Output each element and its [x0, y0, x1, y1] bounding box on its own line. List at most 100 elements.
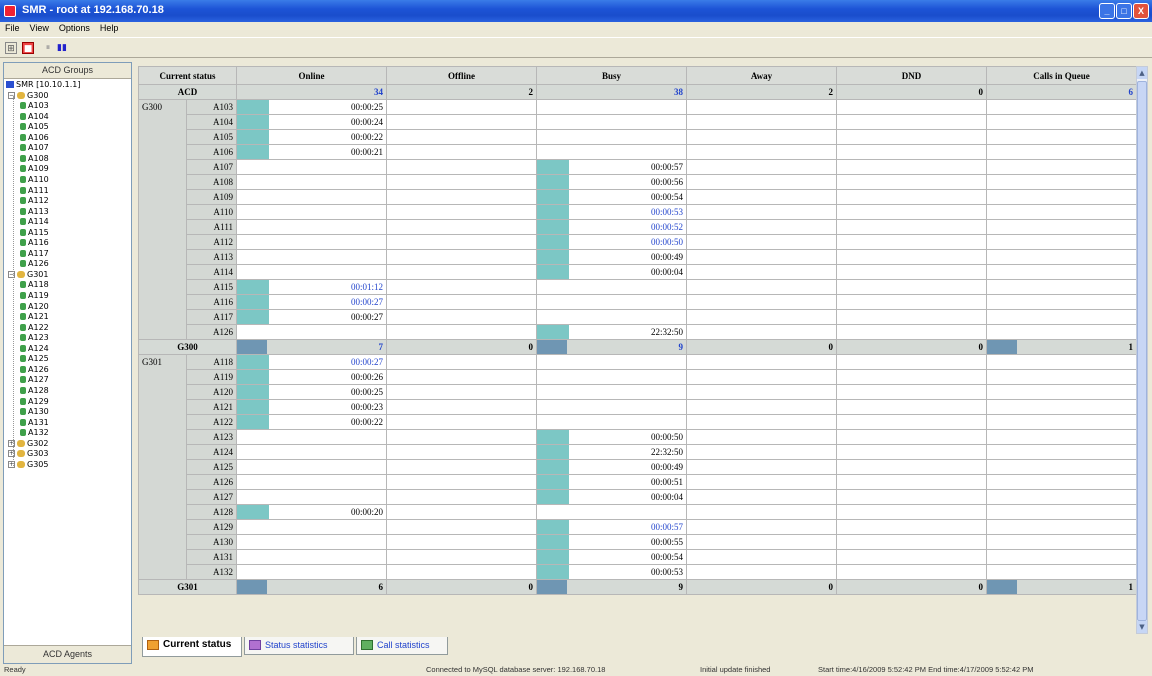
tree-agent[interactable]: A109: [20, 164, 49, 174]
tree-agent[interactable]: A121: [20, 312, 49, 322]
tree-agent[interactable]: A118: [20, 280, 49, 290]
table-row[interactable]: A124 22:32:50: [139, 444, 1137, 460]
tree-agent[interactable]: A107: [20, 143, 49, 153]
tree-agent[interactable]: A115: [20, 228, 49, 238]
tree-group[interactable]: − G301: [8, 270, 48, 280]
tree-agent[interactable]: A114: [20, 217, 49, 227]
tree-agent[interactable]: A103: [20, 101, 49, 111]
scroll-down-icon[interactable]: ▼: [1137, 621, 1147, 633]
tree-agent[interactable]: A129: [20, 397, 49, 407]
tree-agent[interactable]: A119: [20, 291, 49, 301]
table-row[interactable]: A127 00:00:04: [139, 489, 1137, 505]
tree-agent[interactable]: A104: [20, 112, 49, 122]
tree-agent[interactable]: A130: [20, 407, 49, 417]
table-row[interactable]: A129 00:00:57: [139, 519, 1137, 535]
table-row[interactable]: A115 00:01:12: [139, 279, 1137, 295]
table-row[interactable]: A113 00:00:49: [139, 249, 1137, 265]
table-row[interactable]: A104 00:00:24: [139, 114, 1137, 130]
table-row[interactable]: A109 00:00:54: [139, 189, 1137, 205]
vertical-scrollbar[interactable]: ▲ ▼: [1136, 66, 1148, 634]
table-row[interactable]: A111 00:00:52: [139, 219, 1137, 235]
col-offline[interactable]: Offline: [386, 66, 537, 85]
tree-group[interactable]: + G303: [8, 449, 48, 459]
table-row[interactable]: A114 00:00:04: [139, 264, 1137, 280]
tab-label: Status statistics: [265, 640, 328, 650]
table-row[interactable]: A126 00:00:51: [139, 474, 1137, 490]
tree-agent[interactable]: A122: [20, 323, 49, 333]
tree-group[interactable]: + G302: [8, 439, 48, 449]
stop-icon[interactable]: ■: [22, 42, 34, 54]
tree-group[interactable]: + G305: [8, 460, 48, 470]
busy-indicator-bar: [537, 325, 569, 339]
table-row[interactable]: A117 00:00:27: [139, 309, 1137, 325]
tree-label: A113: [28, 206, 49, 216]
table-row[interactable]: A131 00:00:54: [139, 549, 1137, 565]
table-row[interactable]: G300 A103 00:00:25: [138, 99, 1137, 340]
table-row[interactable]: A105 00:00:22: [139, 129, 1137, 145]
tree-agent[interactable]: A106: [20, 133, 49, 143]
dnd-cell: [836, 504, 987, 520]
col-online[interactable]: Online: [236, 66, 387, 85]
table-row[interactable]: A125 00:00:49: [139, 459, 1137, 475]
tree-agent[interactable]: A112: [20, 196, 49, 206]
close-button[interactable]: X: [1133, 3, 1149, 19]
tree-agent[interactable]: A127: [20, 375, 49, 385]
table-row[interactable]: A112 00:00:50: [139, 234, 1137, 250]
expand-icon[interactable]: ⊞: [5, 42, 17, 54]
menu-options[interactable]: Options: [54, 22, 95, 34]
acd-agents-button[interactable]: ACD Agents: [4, 645, 131, 663]
tree-agent[interactable]: A126: [20, 259, 49, 269]
tree-agent[interactable]: A124: [20, 344, 49, 354]
table-row[interactable]: A106 00:00:21: [139, 144, 1137, 160]
tree-agent[interactable]: A123: [20, 333, 49, 343]
table-row[interactable]: A107 00:00:57: [139, 159, 1137, 175]
tree-agent[interactable]: A126: [20, 365, 49, 375]
tree-agent[interactable]: A105: [20, 122, 49, 132]
table-row[interactable]: A108 00:00:56: [139, 174, 1137, 190]
tree-agent[interactable]: A117: [20, 249, 49, 259]
col-current-status[interactable]: Current status: [138, 66, 237, 85]
col-busy[interactable]: Busy: [536, 66, 687, 85]
tab-status-statistics[interactable]: Status statistics: [244, 637, 354, 655]
tree-agent[interactable]: A113: [20, 207, 49, 217]
table-row[interactable]: A132 00:00:53: [139, 564, 1137, 580]
scroll-up-icon[interactable]: ▲: [1137, 67, 1147, 79]
col-dnd[interactable]: DND: [836, 66, 987, 85]
table-row[interactable]: A121 00:00:23: [139, 399, 1137, 415]
tree-agent[interactable]: A132: [20, 428, 49, 438]
tree-agent[interactable]: A116: [20, 238, 49, 248]
minimize-button[interactable]: _: [1099, 3, 1115, 19]
pause-icon[interactable]: ⏸: [42, 42, 54, 54]
table-row[interactable]: A110 00:00:53: [139, 204, 1137, 220]
scroll-thumb[interactable]: [1137, 81, 1147, 621]
tree-root[interactable]: SMR [10.10.1.1]: [6, 80, 81, 90]
table-row[interactable]: A119 00:00:26: [139, 369, 1137, 385]
table-row[interactable]: A116 00:00:27: [139, 294, 1137, 310]
table-row[interactable]: A130 00:00:55: [139, 534, 1137, 550]
tree-agent[interactable]: A131: [20, 418, 49, 428]
tab-current-status[interactable]: Current status: [142, 637, 242, 657]
col-away[interactable]: Away: [686, 66, 837, 85]
table-row[interactable]: A122 00:00:22: [139, 414, 1137, 430]
tree-group[interactable]: − G300: [8, 91, 48, 101]
agent-icon: [20, 239, 26, 247]
tree-agent[interactable]: A110: [20, 175, 49, 185]
bars-icon[interactable]: ▮▮: [56, 42, 68, 54]
acd-groups-header[interactable]: ACD Groups: [4, 63, 131, 79]
menu-file[interactable]: File: [0, 22, 25, 34]
col-calls-in-queue[interactable]: Calls in Queue: [986, 66, 1137, 85]
tree-agent[interactable]: A128: [20, 386, 49, 396]
table-row[interactable]: A120 00:00:25: [139, 384, 1137, 400]
table-row[interactable]: G301 A118 00:00:27: [138, 354, 1137, 580]
maximize-button[interactable]: □: [1116, 3, 1132, 19]
menu-help[interactable]: Help: [95, 22, 124, 34]
table-row[interactable]: A123 00:00:50: [139, 429, 1137, 445]
menu-view[interactable]: View: [25, 22, 54, 34]
tree-agent[interactable]: A125: [20, 354, 49, 364]
table-row[interactable]: A126 22:32:50: [139, 324, 1137, 340]
tree-agent[interactable]: A111: [20, 186, 49, 196]
tree-agent[interactable]: A108: [20, 154, 49, 164]
tree-agent[interactable]: A120: [20, 302, 49, 312]
table-row[interactable]: A128 00:00:20: [139, 504, 1137, 520]
tab-call-statistics[interactable]: Call statistics: [356, 637, 448, 655]
